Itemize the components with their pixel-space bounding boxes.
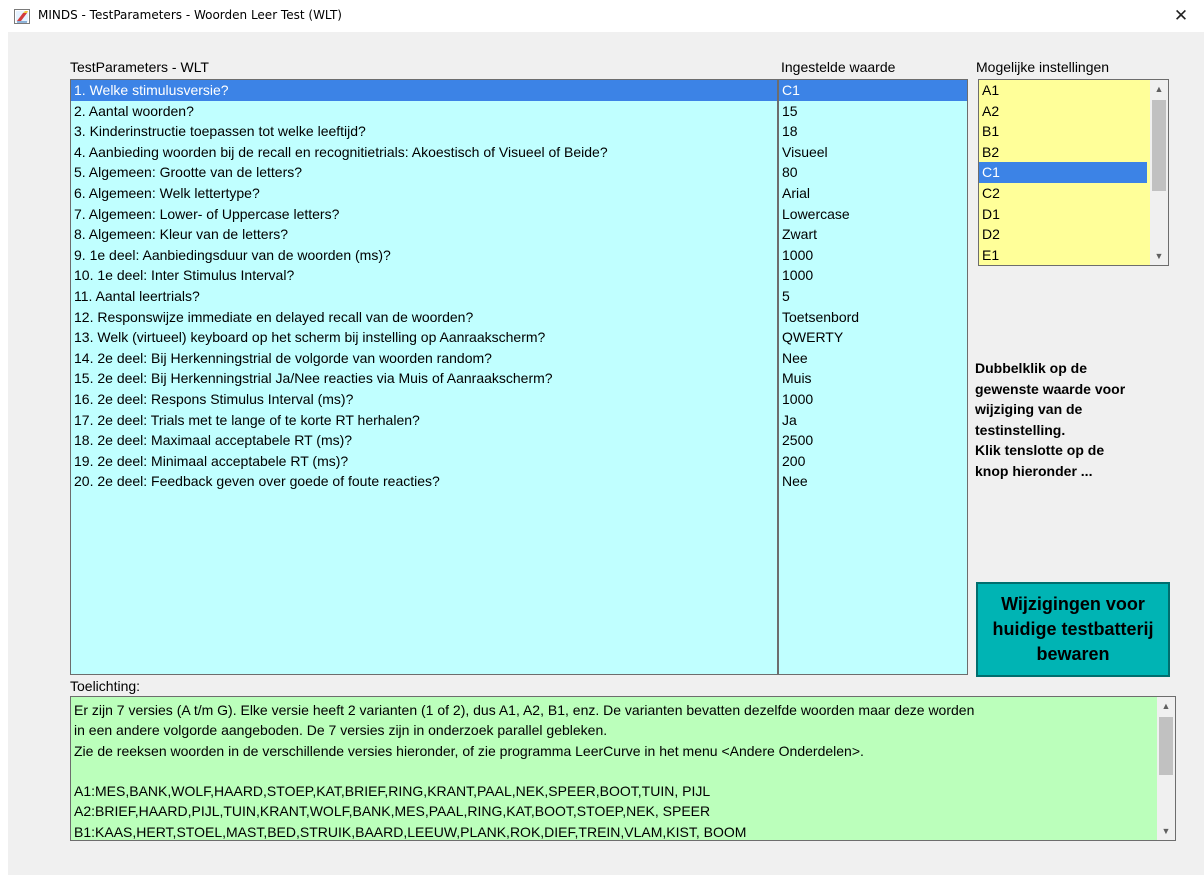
option-item[interactable]: D1 bbox=[979, 204, 1147, 225]
value-row[interactable]: Zwart bbox=[779, 224, 967, 245]
parameter-row[interactable]: 4. Aanbieding woorden bij de recall en r… bbox=[71, 142, 777, 163]
explanation-line: Er zijn 7 versies (A t/m G). Elke versie… bbox=[74, 702, 975, 718]
help-line: knop hieronder ... bbox=[975, 462, 1093, 479]
save-button-line: bewaren bbox=[1036, 644, 1110, 664]
value-row[interactable]: 1000 bbox=[779, 265, 967, 286]
explanation-text: Er zijn 7 versies (A t/m G). Elke versie… bbox=[70, 696, 1176, 841]
close-icon[interactable]: ✕ bbox=[1158, 0, 1204, 32]
option-item[interactable]: C2 bbox=[979, 183, 1147, 204]
explanation-line: A2:BRIEF,HAARD,PIJL,TUIN,KRANT,WOLF,BANK… bbox=[74, 803, 711, 820]
value-row[interactable]: Muis bbox=[779, 368, 967, 389]
scroll-up-icon[interactable]: ▲ bbox=[1157, 697, 1175, 715]
parameter-row[interactable]: 9. 1e deel: Aanbiedingsduur van de woord… bbox=[71, 245, 777, 266]
values-header: Ingestelde waarde bbox=[781, 59, 896, 75]
parameter-row[interactable]: 17. 2e deel: Trials met te lange of te k… bbox=[71, 410, 777, 431]
value-row[interactable]: 1000 bbox=[779, 389, 967, 410]
dialog-body: TestParameters - WLT Ingestelde waarde M… bbox=[8, 32, 1204, 875]
parameter-row[interactable]: 2. Aantal woorden? bbox=[71, 101, 777, 122]
value-row[interactable]: Nee bbox=[779, 471, 967, 492]
explanation-line: A1:MES,BANK,WOLF,HAARD,STOEP,KAT,BRIEF,R… bbox=[74, 783, 711, 800]
parameter-row[interactable]: 10. 1e deel: Inter Stimulus Interval? bbox=[71, 265, 777, 286]
value-row[interactable]: 1000 bbox=[779, 245, 967, 266]
parameter-row[interactable]: 18. 2e deel: Maximaal acceptabele RT (ms… bbox=[71, 430, 777, 451]
parameter-row[interactable]: 7. Algemeen: Lower- of Uppercase letters… bbox=[71, 204, 777, 225]
explanation-line bbox=[74, 761, 1152, 781]
help-instructions: Dubbelklik op de gewenste waarde voor wijz… bbox=[975, 358, 1175, 481]
params-header: TestParameters - WLT bbox=[70, 59, 209, 75]
value-row[interactable]: Toetsenbord bbox=[779, 307, 967, 328]
parameter-row[interactable]: 16. 2e deel: Respons Stimulus Interval (… bbox=[71, 389, 777, 410]
save-changes-button[interactable]: Wijzigingen voor huidige testbatterij bewa… bbox=[976, 582, 1170, 677]
help-line: gewenste waarde voor bbox=[975, 380, 1126, 397]
parameter-row[interactable]: 13. Welk (virtueel) keyboard op het sche… bbox=[71, 327, 777, 348]
scroll-thumb[interactable] bbox=[1152, 100, 1166, 191]
app-icon bbox=[14, 9, 30, 24]
help-line: Dubbelklik op de bbox=[975, 360, 1088, 376]
value-row[interactable]: Lowercase bbox=[779, 204, 967, 225]
parameter-row[interactable]: 1. Welke stimulusversie? bbox=[71, 80, 777, 101]
value-row[interactable]: Visueel bbox=[779, 142, 967, 163]
option-item[interactable]: D2 bbox=[979, 224, 1147, 245]
explanation-scrollbar[interactable]: ▲ ▼ bbox=[1157, 697, 1175, 840]
option-item[interactable]: E1 bbox=[979, 245, 1147, 265]
value-row[interactable]: 5 bbox=[779, 286, 967, 307]
parameter-row[interactable]: 11. Aantal leertrials? bbox=[71, 286, 777, 307]
value-row[interactable]: 2500 bbox=[779, 430, 967, 451]
parameter-row[interactable]: 12. Responswijze immediate en delayed re… bbox=[71, 307, 777, 328]
explanation-line: in een andere volgorde aangeboden. De 7 … bbox=[74, 722, 608, 739]
value-row[interactable]: QWERTY bbox=[779, 327, 967, 348]
option-item[interactable]: C1 bbox=[979, 162, 1147, 183]
explanation-line: Zie de reeksen woorden in de verschillen… bbox=[74, 742, 864, 759]
value-row[interactable]: C1 bbox=[779, 80, 967, 101]
parameter-row[interactable]: 3. Kinderinstructie toepassen tot welke … bbox=[71, 121, 777, 142]
help-line: testinstelling. bbox=[975, 421, 1066, 438]
parameter-row[interactable]: 5. Algemeen: Grootte van de letters? bbox=[71, 162, 777, 183]
option-item[interactable]: A2 bbox=[979, 101, 1147, 122]
help-line: wijziging van de bbox=[975, 401, 1083, 417]
parameters-list[interactable]: 1. Welke stimulusversie? 2. Aantal woorde… bbox=[70, 79, 778, 675]
option-item[interactable]: A1 bbox=[979, 80, 1147, 101]
parameter-row[interactable]: 19. 2e deel: Minimaal acceptabele RT (ms… bbox=[71, 451, 777, 472]
value-row[interactable]: Ja bbox=[779, 410, 967, 431]
scroll-up-icon[interactable]: ▲ bbox=[1150, 80, 1168, 98]
value-row[interactable]: 15 bbox=[779, 101, 967, 122]
scroll-down-icon[interactable]: ▼ bbox=[1157, 822, 1175, 840]
save-button-label: Wijzigingen voor huidige testbatterij bewa… bbox=[992, 592, 1153, 667]
value-row[interactable]: 18 bbox=[779, 121, 967, 142]
value-row[interactable]: 200 bbox=[779, 451, 967, 472]
option-item[interactable]: B2 bbox=[979, 142, 1147, 163]
scroll-down-icon[interactable]: ▼ bbox=[1150, 247, 1168, 265]
option-item[interactable]: B1 bbox=[979, 121, 1147, 142]
explanation-header: Toelichting: bbox=[70, 678, 141, 694]
value-row[interactable]: Nee bbox=[779, 348, 967, 369]
parameter-row[interactable]: 14. 2e deel: Bij Herkenningstrial de vol… bbox=[71, 348, 777, 369]
parameter-row[interactable]: 20. 2e deel: Feedback geven over goede o… bbox=[71, 471, 777, 492]
parameter-row[interactable]: 15. 2e deel: Bij Herkenningstrial Ja/Nee… bbox=[71, 368, 777, 389]
scroll-thumb[interactable] bbox=[1159, 717, 1173, 775]
options-header: Mogelijke instellingen bbox=[976, 59, 1110, 75]
value-row[interactable]: Arial bbox=[779, 183, 967, 204]
value-row[interactable]: 80 bbox=[779, 162, 967, 183]
parameter-row[interactable]: 6. Algemeen: Welk lettertype? bbox=[71, 183, 777, 204]
title-bar: MINDS - TestParameters - Woorden Leer Te… bbox=[0, 0, 1204, 32]
values-list[interactable]: C1 15 18 Visueel 80 Arial Lowercase Zwart 1000 10… bbox=[778, 79, 968, 675]
window-title: MINDS - TestParameters - Woorden Leer Te… bbox=[38, 8, 342, 22]
save-button-line: huidige testbatterij bbox=[992, 619, 1154, 639]
save-button-line: Wijzigingen voor bbox=[1001, 594, 1145, 614]
options-list[interactable]: A1 A2 B1 B2 C1 C2 D1 D2 E1 ▲ ▼ bbox=[978, 79, 1169, 266]
options-scrollbar[interactable]: ▲ ▼ bbox=[1150, 80, 1168, 265]
help-line: Klik tenslotte op de bbox=[975, 442, 1105, 458]
parameter-row[interactable]: 8. Algemeen: Kleur van de letters? bbox=[71, 224, 777, 245]
explanation-line: B1:KAAS,HERT,STOEL,MAST,BED,STRUIK,BAARD… bbox=[74, 823, 747, 840]
